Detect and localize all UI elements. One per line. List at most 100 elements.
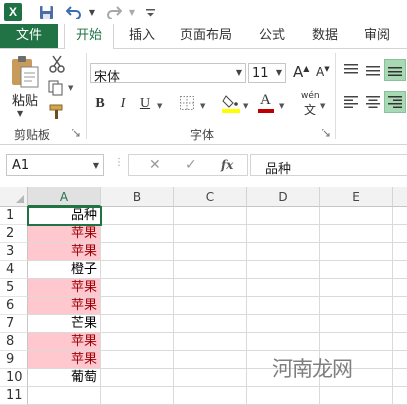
undo-icon[interactable] xyxy=(66,2,82,22)
row-header[interactable]: 11 xyxy=(0,387,28,405)
table-cell[interactable] xyxy=(174,225,247,243)
formula-input[interactable]: 品种 xyxy=(250,154,407,177)
table-cell[interactable]: 品种 xyxy=(28,207,101,225)
redo-dropdown-icon[interactable]: ▼ xyxy=(127,2,137,22)
table-cell[interactable]: 橙子 xyxy=(28,261,101,279)
tab-data[interactable]: 数据 xyxy=(305,24,345,48)
save-icon[interactable] xyxy=(38,2,54,22)
table-cell[interactable] xyxy=(101,297,174,315)
table-cell[interactable] xyxy=(101,315,174,333)
table-cell[interactable] xyxy=(393,225,407,243)
table-cell[interactable]: 苹果 xyxy=(28,297,101,315)
align-right-icon[interactable] xyxy=(384,91,406,113)
table-cell[interactable] xyxy=(101,333,174,351)
table-cell[interactable] xyxy=(320,297,393,315)
table-cell[interactable] xyxy=(393,333,407,351)
italic-button[interactable]: I xyxy=(116,95,130,113)
table-cell[interactable] xyxy=(247,315,320,333)
table-cell[interactable] xyxy=(174,243,247,261)
row-header[interactable]: 8 xyxy=(0,333,28,351)
font-color-icon[interactable]: A xyxy=(258,92,274,113)
tab-home[interactable]: 开始 xyxy=(64,24,114,49)
redo-icon[interactable] xyxy=(106,2,122,22)
table-cell[interactable] xyxy=(393,297,407,315)
row-header[interactable]: 5 xyxy=(0,279,28,297)
table-cell[interactable] xyxy=(101,351,174,369)
table-cell[interactable] xyxy=(320,315,393,333)
bold-button[interactable]: B xyxy=(93,95,107,113)
font-launcher-icon[interactable] xyxy=(321,128,330,137)
tab-page-layout[interactable]: 页面布局 xyxy=(176,24,236,48)
table-cell[interactable] xyxy=(174,261,247,279)
column-header-c[interactable]: C xyxy=(174,187,247,207)
fill-color-dropdown-icon[interactable]: ▼ xyxy=(243,102,248,110)
row-header[interactable]: 3 xyxy=(0,243,28,261)
table-cell[interactable] xyxy=(320,387,393,405)
table-cell[interactable]: 葡萄 xyxy=(28,369,101,387)
table-cell[interactable] xyxy=(101,261,174,279)
table-cell[interactable] xyxy=(393,279,407,297)
paste-icon[interactable] xyxy=(8,55,40,89)
row-header[interactable]: 4 xyxy=(0,261,28,279)
table-cell[interactable] xyxy=(101,369,174,387)
chevron-down-icon[interactable]: ▼ xyxy=(236,68,242,77)
table-cell[interactable] xyxy=(174,207,247,225)
font-name-combo[interactable]: 宋体 ▼ xyxy=(90,63,246,85)
align-center-icon[interactable] xyxy=(362,91,384,113)
tab-file[interactable]: 文件 xyxy=(0,24,58,48)
table-cell[interactable]: 苹果 xyxy=(28,225,101,243)
paste-dropdown-icon[interactable]: ▼ xyxy=(17,109,23,118)
fill-color-icon[interactable] xyxy=(222,93,240,113)
table-cell[interactable] xyxy=(320,333,393,351)
row-header[interactable]: 1 xyxy=(0,207,28,225)
enter-icon[interactable]: ✓ xyxy=(185,157,197,173)
font-size-combo[interactable]: 11 ▼ xyxy=(248,63,286,83)
insert-function-icon[interactable]: fx xyxy=(221,158,233,172)
row-header[interactable]: 10 xyxy=(0,369,28,387)
row-header[interactable]: 9 xyxy=(0,351,28,369)
table-cell[interactable] xyxy=(247,297,320,315)
grow-font-button[interactable]: A▲ xyxy=(293,63,309,81)
cancel-icon[interactable]: ✕ xyxy=(149,157,161,173)
select-all-button[interactable] xyxy=(0,187,28,207)
table-cell[interactable]: 苹果 xyxy=(28,351,101,369)
align-left-icon[interactable] xyxy=(340,91,362,113)
table-cell[interactable] xyxy=(174,315,247,333)
table-cell[interactable] xyxy=(174,297,247,315)
clipboard-launcher-icon[interactable] xyxy=(71,128,80,137)
table-cell[interactable] xyxy=(320,225,393,243)
copy-dropdown-icon[interactable]: ▼ xyxy=(68,84,73,92)
name-box[interactable]: A1 ▼ xyxy=(6,154,104,176)
table-cell[interactable] xyxy=(247,207,320,225)
table-cell[interactable] xyxy=(174,279,247,297)
tab-review[interactable]: 审阅 xyxy=(357,24,397,48)
tab-formulas[interactable]: 公式 xyxy=(252,24,292,48)
table-cell[interactable] xyxy=(174,333,247,351)
table-cell[interactable] xyxy=(393,387,407,405)
table-cell[interactable] xyxy=(174,369,247,387)
customize-qat-icon[interactable] xyxy=(145,2,155,22)
cut-icon[interactable] xyxy=(48,55,66,73)
table-cell[interactable] xyxy=(28,387,101,405)
tab-insert[interactable]: 插入 xyxy=(122,24,162,48)
copy-icon[interactable] xyxy=(48,80,66,96)
table-cell[interactable] xyxy=(174,351,247,369)
table-cell[interactable] xyxy=(101,207,174,225)
resize-handle-icon[interactable]: ⋮ xyxy=(114,157,124,168)
underline-dropdown-icon[interactable]: ▼ xyxy=(157,102,162,110)
table-cell[interactable] xyxy=(101,387,174,405)
table-cell[interactable]: 芒果 xyxy=(28,315,101,333)
row-header[interactable]: 7 xyxy=(0,315,28,333)
chevron-down-icon[interactable]: ▼ xyxy=(93,161,99,170)
borders-icon[interactable] xyxy=(180,96,194,110)
table-cell[interactable] xyxy=(320,243,393,261)
table-cell[interactable] xyxy=(247,333,320,351)
table-cell[interactable] xyxy=(393,369,407,387)
borders-dropdown-icon[interactable]: ▼ xyxy=(200,102,205,110)
table-cell[interactable] xyxy=(393,261,407,279)
column-header-f[interactable] xyxy=(393,187,407,207)
top-align-icon[interactable] xyxy=(340,59,362,81)
table-cell[interactable] xyxy=(247,261,320,279)
table-cell[interactable] xyxy=(101,225,174,243)
table-cell[interactable] xyxy=(247,387,320,405)
